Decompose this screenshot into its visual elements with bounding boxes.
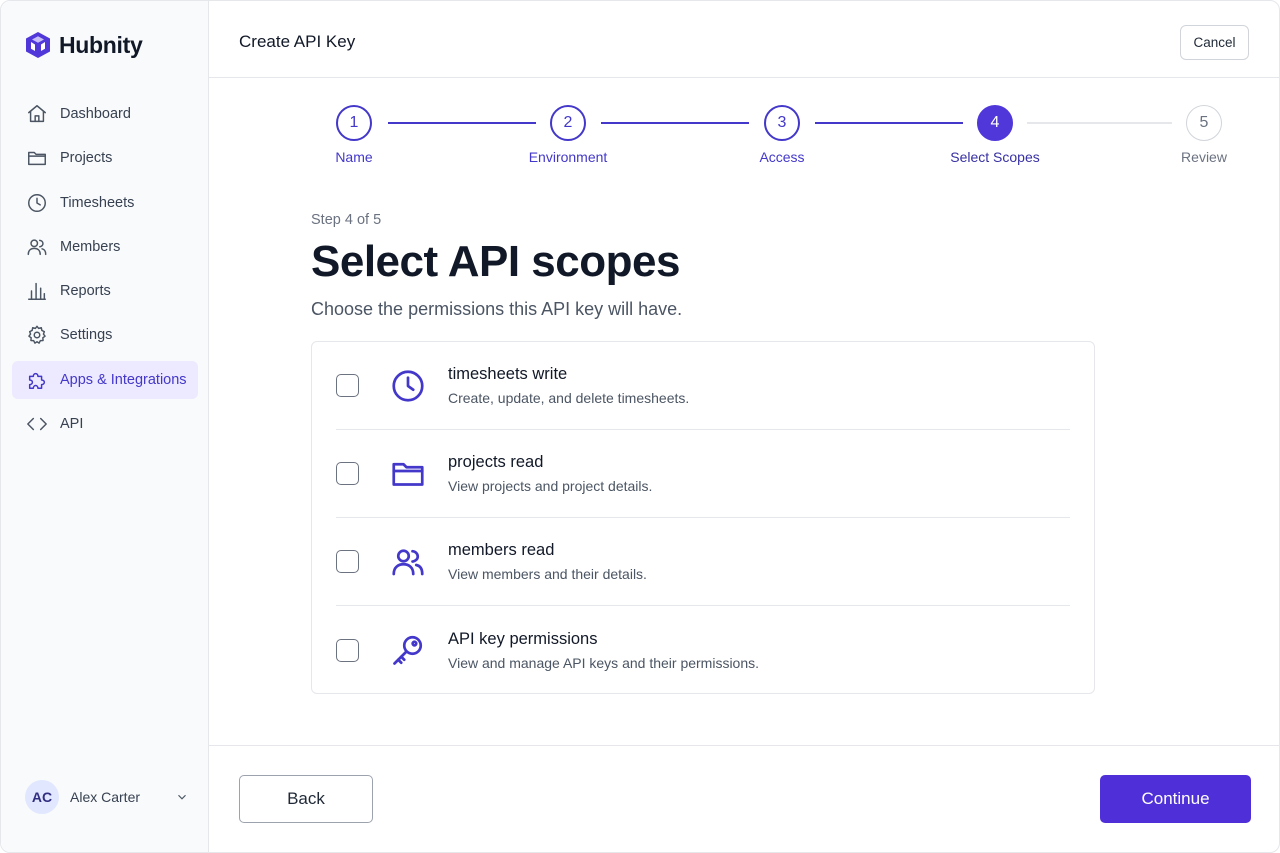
chevron-down-icon [178, 794, 186, 800]
cancel-button[interactable]: Cancel [1180, 25, 1249, 60]
sidebar-item-label: Settings [60, 327, 113, 344]
brand[interactable]: Hubnity [25, 31, 143, 59]
step-number: 3 [764, 105, 800, 141]
step-name[interactable]: 1 Name [294, 105, 414, 165]
bar-chart-icon [28, 283, 46, 301]
scope-checkbox[interactable] [336, 374, 359, 397]
scope-description: Create, update, and delete timesheets. [448, 390, 690, 406]
step-select-scopes[interactable]: 4 Select Scopes [935, 105, 1055, 165]
sidebar-item-label: Members [60, 238, 121, 255]
home-icon [28, 105, 46, 123]
clock-icon [392, 369, 424, 402]
stepper: 1 Name 2 Environment 3 Access 4 Select S… [209, 105, 1279, 175]
sidebar-item-label: Reports [60, 283, 111, 300]
step-environment[interactable]: 2 Environment [508, 105, 628, 165]
users-icon [392, 548, 424, 575]
section-heading: Select API scopes [311, 237, 680, 286]
scope-description: View and manage API keys and their permi… [448, 654, 760, 671]
sidebar-item-label: Dashboard [60, 106, 131, 122]
scope-description: View members and their details. [448, 566, 647, 582]
top-bar: Create API Key Cancel [209, 1, 1279, 78]
sidebar-item-settings[interactable]: Settings [12, 316, 198, 354]
key-icon [393, 635, 423, 665]
step-number: 2 [550, 105, 586, 141]
sidebar-item-apps-integrations[interactable]: Apps & Integrations [12, 360, 198, 399]
step-label: Name [335, 149, 373, 165]
sidebar-item-reports[interactable]: Reports [12, 272, 198, 310]
scope-title: API key permissions [448, 629, 598, 648]
brand-name: Hubnity [59, 31, 143, 58]
scope-title: projects read [448, 453, 544, 471]
step-label: Select Scopes [950, 149, 1040, 165]
step-label: Review [1181, 149, 1227, 165]
scope-text: members read View members and their deta… [448, 541, 647, 582]
main-content: Create API Key Cancel 1 Name 2 Environme… [209, 1, 1279, 852]
sidebar-item-label: Timesheets [60, 194, 135, 211]
scope-item-api-key-permissions[interactable]: API key permissions View and manage API … [336, 606, 1070, 694]
sidebar-item-label: Apps & Integrations [60, 371, 187, 388]
scope-icon-wrapper [388, 630, 428, 670]
scope-item-members-read[interactable]: members read View members and their deta… [336, 518, 1070, 606]
user-menu[interactable]: AC Alex Carter [25, 780, 189, 814]
scope-text: API key permissions View and manage API … [448, 630, 759, 671]
sidebar-item-label: Projects [60, 150, 113, 167]
scope-text: projects read View projects and project … [448, 453, 652, 494]
continue-button[interactable]: Continue [1100, 775, 1251, 823]
scope-icon-wrapper [388, 542, 428, 582]
clock-icon [28, 193, 46, 212]
step-number: 1 [336, 105, 372, 141]
scope-title: timesheets write [448, 365, 568, 383]
section-subheading: Choose the permissions this API key will… [311, 299, 683, 319]
hubnity-logo-icon [26, 32, 50, 58]
scope-icon-wrapper [388, 366, 428, 406]
step-review: 5 Review [1144, 105, 1264, 165]
users-icon [27, 239, 47, 255]
step-access[interactable]: 3 Access [722, 105, 842, 165]
scope-icon-wrapper [388, 454, 428, 494]
scope-checkbox[interactable] [336, 638, 359, 662]
scope-item-timesheets-write[interactable]: timesheets write Create, update, and del… [336, 342, 1070, 430]
sidebar-item-dashboard[interactable]: Dashboard [12, 95, 198, 133]
page-title: Create API Key [239, 32, 356, 51]
scope-item-projects-read[interactable]: projects read View projects and project … [336, 430, 1070, 518]
step-number: 4 [977, 105, 1013, 141]
back-button[interactable]: Back [239, 775, 373, 823]
code-icon [27, 417, 47, 431]
wizard-footer: Back Continue [209, 745, 1279, 852]
user-name: Alex Carter [70, 789, 141, 805]
step-label: Access [759, 149, 805, 165]
sidebar-nav: Dashboard Projects Timesheets Members Re… [12, 95, 198, 449]
sidebar-item-projects[interactable]: Projects [12, 139, 198, 177]
step-count: Step 4 of 5 [311, 212, 382, 228]
scope-checkbox[interactable] [336, 550, 359, 573]
scope-list: timesheets write Create, update, and del… [311, 341, 1095, 694]
sidebar: Hubnity Dashboard Projects Timesheets Me… [1, 1, 209, 852]
sidebar-item-api[interactable]: API [12, 405, 198, 443]
folder-icon [28, 152, 46, 166]
sidebar-item-label: API [60, 416, 84, 433]
scope-title: members read [448, 541, 555, 559]
sidebar-item-timesheets[interactable]: Timesheets [12, 184, 198, 222]
puzzle-icon [28, 372, 46, 389]
scope-description: View projects and project details. [448, 478, 653, 494]
gear-icon [28, 326, 46, 345]
step-label: Environment [528, 149, 608, 165]
app-window: Hubnity Dashboard Projects Timesheets Me… [0, 0, 1280, 853]
avatar: AC [25, 780, 59, 814]
folder-icon [392, 462, 424, 486]
sidebar-item-members[interactable]: Members [12, 228, 198, 266]
scope-text: timesheets write Create, update, and del… [448, 365, 689, 406]
step-number: 5 [1186, 105, 1222, 141]
scope-checkbox[interactable] [336, 462, 359, 485]
